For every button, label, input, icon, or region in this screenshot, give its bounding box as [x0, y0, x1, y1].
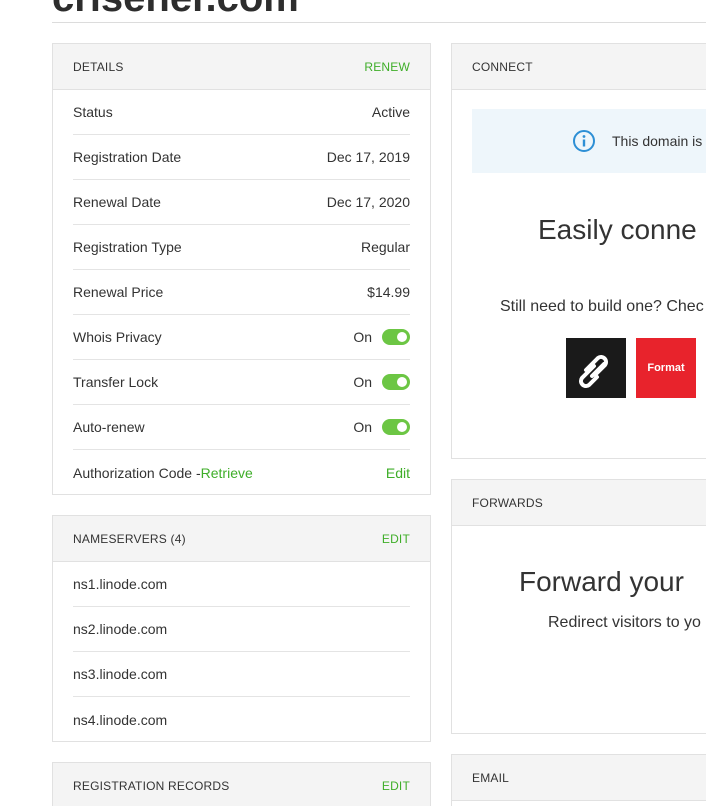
nameservers-title: NAMESERVERS (4) — [73, 531, 186, 546]
forwards-heading: Forward your — [519, 566, 684, 597]
registration-date-value: Dec 17, 2019 — [326, 149, 410, 165]
connect-info-box: This domain is — [472, 109, 706, 173]
registration-records-panel: REGISTRATION RECORDS EDIT — [52, 762, 431, 806]
details-panel: DETAILS RENEW Status Active Registration… — [52, 43, 431, 495]
renewal-date-value: Dec 17, 2020 — [326, 194, 410, 210]
transfer-lock-toggle[interactable] — [382, 374, 410, 390]
whois-privacy-label: Whois Privacy — [73, 329, 162, 345]
details-row-auto-renew: Auto-renew On — [73, 405, 410, 450]
whois-privacy-toggle[interactable] — [382, 329, 410, 345]
details-row-auth-code: Authorization Code -Retrieve Edit — [73, 450, 410, 494]
squarespace-logo-tile[interactable] — [566, 338, 626, 398]
details-row-registration-date: Registration Date Dec 17, 2019 — [73, 135, 410, 180]
auth-code-edit-link[interactable]: Edit — [386, 465, 410, 481]
whois-privacy-value: On — [353, 329, 410, 345]
details-header: DETAILS RENEW — [53, 44, 430, 90]
retrieve-link[interactable]: Retrieve — [201, 465, 253, 481]
nameservers-header: NAMESERVERS (4) EDIT — [53, 516, 430, 562]
connect-heading: Easily conne — [538, 214, 697, 245]
registration-records-edit-button[interactable]: EDIT — [382, 779, 410, 793]
details-row-renewal-price: Renewal Price $14.99 — [73, 270, 410, 315]
page-title: crisener.com — [52, 0, 299, 18]
details-row-renewal-date: Renewal Date Dec 17, 2020 — [73, 180, 410, 225]
forwards-panel: FORWARDS Forward your Redirect visitors … — [451, 479, 706, 734]
format-logo-tile[interactable]: Format — [636, 338, 696, 398]
email-title: EMAIL — [472, 770, 510, 785]
forwards-subtext: Redirect visitors to yo — [548, 614, 701, 631]
nameserver-item: ns4.linode.com — [73, 711, 168, 728]
auth-code-label: Authorization Code -Retrieve — [73, 465, 253, 481]
renewal-date-label: Renewal Date — [73, 194, 161, 210]
title-divider — [52, 22, 706, 23]
connect-title: CONNECT — [472, 59, 533, 74]
auth-code-text: Authorization Code - — [73, 464, 201, 481]
registration-records-header: REGISTRATION RECORDS EDIT — [53, 763, 430, 806]
renew-button[interactable]: RENEW — [364, 60, 410, 74]
forwards-title: FORWARDS — [472, 495, 543, 510]
details-row-whois-privacy: Whois Privacy On — [73, 315, 410, 360]
domain-dashboard: crisener.com DETAILS RENEW Status Active… — [0, 0, 706, 806]
connect-header: CONNECT — [452, 44, 706, 90]
connect-info-text: This domain is — [612, 133, 703, 149]
details-rows: Status Active Registration Date Dec 17, … — [53, 90, 430, 494]
registration-type-value: Regular — [360, 239, 410, 255]
auto-renew-state: On — [353, 419, 372, 435]
details-row-status: Status Active — [73, 90, 410, 135]
nameserver-item: ns1.linode.com — [73, 562, 410, 607]
nameservers-list: ns1.linode.com ns2.linode.com ns3.linode… — [53, 562, 430, 741]
registration-records-title: REGISTRATION RECORDS — [73, 778, 230, 793]
connect-subtext: Still need to build one? Chec — [500, 298, 704, 315]
transfer-lock-value: On — [353, 374, 410, 390]
status-label: Status — [73, 104, 113, 120]
registration-type-label: Registration Type — [73, 239, 182, 255]
forwards-header: FORWARDS — [452, 480, 706, 526]
details-row-transfer-lock: Transfer Lock On — [73, 360, 410, 405]
squarespace-logo-icon — [579, 355, 608, 388]
status-value: Active — [371, 104, 410, 120]
auto-renew-label: Auto-renew — [73, 419, 145, 435]
renewal-price-value: $14.99 — [367, 284, 410, 300]
renewal-price-label: Renewal Price — [73, 284, 164, 300]
registration-date-label: Registration Date — [73, 149, 182, 165]
nameserver-item: ns2.linode.com — [73, 607, 410, 652]
nameserver-item: ns3.linode.com — [73, 652, 410, 697]
transfer-lock-label: Transfer Lock — [73, 374, 159, 390]
whois-privacy-state: On — [353, 329, 372, 345]
details-title: DETAILS — [73, 59, 124, 74]
nameservers-edit-button[interactable]: EDIT — [382, 532, 410, 546]
nameservers-panel: NAMESERVERS (4) EDIT ns1.linode.com ns2.… — [52, 515, 431, 742]
auto-renew-toggle[interactable] — [382, 419, 410, 435]
connect-panel: CONNECT This domain is Easily conne Stil… — [451, 43, 706, 459]
format-logo-text: Format — [647, 362, 685, 374]
auto-renew-value: On — [353, 419, 410, 435]
details-row-registration-type: Registration Type Regular — [73, 225, 410, 270]
transfer-lock-state: On — [353, 374, 372, 390]
info-icon — [573, 130, 595, 152]
email-panel: EMAIL — [451, 754, 706, 806]
email-header: EMAIL — [452, 755, 706, 801]
